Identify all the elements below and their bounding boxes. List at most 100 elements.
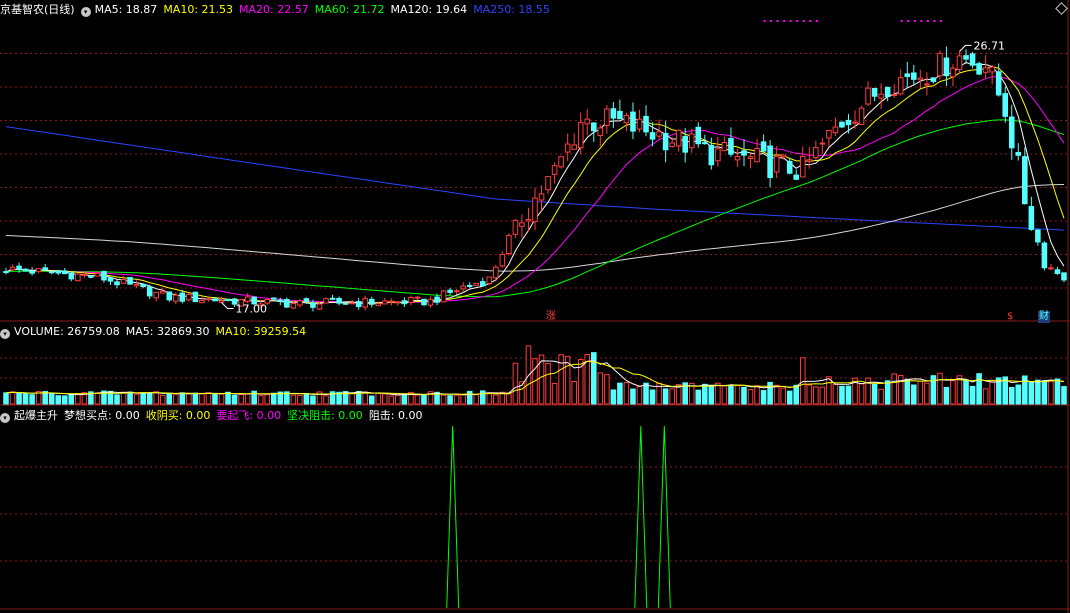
volume-bar bbox=[466, 390, 473, 405]
candle-body bbox=[61, 270, 68, 275]
candle-body bbox=[878, 93, 884, 99]
volume-bar bbox=[440, 394, 447, 405]
volume-bar bbox=[244, 393, 251, 405]
volume-bar bbox=[270, 392, 277, 405]
volume-bar bbox=[747, 389, 754, 405]
candle-body bbox=[466, 284, 473, 287]
candle-body bbox=[675, 129, 682, 147]
candle-body bbox=[819, 142, 826, 145]
volume-bar bbox=[1048, 380, 1054, 405]
volume-bar bbox=[55, 395, 62, 405]
candle-body bbox=[270, 297, 277, 300]
candle-body bbox=[669, 142, 675, 148]
candle-body bbox=[904, 73, 911, 78]
candle-body bbox=[721, 142, 728, 152]
volume-bar bbox=[1028, 381, 1035, 405]
candle-body bbox=[192, 291, 199, 303]
volume-bar bbox=[610, 389, 617, 405]
candle-body bbox=[728, 138, 734, 155]
candle-body bbox=[323, 298, 329, 304]
candle-body bbox=[401, 300, 408, 305]
indicator-spike bbox=[634, 425, 648, 609]
candle-body bbox=[81, 273, 88, 277]
volume-bar bbox=[976, 373, 982, 405]
candle-body bbox=[460, 285, 466, 290]
zhang-marker[interactable]: 涨 bbox=[545, 311, 557, 323]
volume-bar bbox=[493, 394, 499, 405]
volume-bar bbox=[310, 395, 316, 405]
candle-body bbox=[813, 147, 819, 159]
signal-dot bbox=[939, 20, 942, 22]
volume-bar bbox=[205, 392, 212, 405]
candle-body bbox=[643, 115, 649, 133]
volume-bar bbox=[186, 392, 192, 405]
candle-body bbox=[525, 218, 532, 222]
volume-bar bbox=[826, 376, 832, 405]
volume-header-item-1: MA5: 32869.30 bbox=[125, 325, 210, 338]
candle-body bbox=[982, 67, 989, 73]
volume-bar bbox=[904, 378, 911, 405]
candle-body bbox=[362, 298, 368, 308]
volume-bar bbox=[453, 394, 460, 405]
volume-bar bbox=[643, 382, 649, 405]
candle-body bbox=[48, 271, 55, 274]
volume-bar bbox=[192, 392, 199, 405]
main-header-item-5: MA250: 18.55 bbox=[473, 3, 550, 16]
candle-body bbox=[68, 272, 75, 280]
candle-body bbox=[382, 300, 388, 305]
signal-dot bbox=[776, 20, 779, 22]
candle-body bbox=[688, 133, 695, 149]
candle-body bbox=[133, 284, 140, 287]
volume-bar bbox=[238, 393, 244, 405]
volume-bar bbox=[806, 384, 813, 405]
volume-bar bbox=[375, 392, 382, 405]
volume-bar bbox=[159, 394, 166, 405]
candle-body bbox=[767, 145, 773, 178]
candle-body bbox=[702, 142, 708, 145]
volume-bar bbox=[728, 385, 734, 405]
volume-bar bbox=[878, 388, 884, 405]
candle-body bbox=[186, 293, 192, 301]
candle-body bbox=[179, 292, 186, 302]
volume-bar bbox=[930, 375, 937, 405]
volume-header-item-0: VOLUME: 26759.08 bbox=[14, 325, 120, 338]
volume-settings-icon[interactable]: ▾ bbox=[0, 329, 10, 339]
high-annotation: 26.71 bbox=[974, 39, 1006, 52]
volume-bar bbox=[218, 393, 225, 405]
candle-body bbox=[747, 156, 754, 160]
indicator-header-item-2: 要起飞: 0.00 bbox=[216, 409, 282, 422]
volume-bar bbox=[140, 392, 146, 405]
candle-body bbox=[963, 55, 969, 60]
settings-circle-icon[interactable]: ▾ bbox=[80, 7, 91, 17]
volume-bar bbox=[702, 383, 708, 405]
candle-body bbox=[845, 119, 852, 126]
volume-bar bbox=[786, 390, 793, 405]
candle-body bbox=[55, 270, 62, 274]
volume-bar bbox=[473, 394, 480, 405]
candle-body bbox=[741, 150, 747, 156]
candle-body bbox=[22, 268, 29, 272]
volume-bar bbox=[708, 385, 715, 405]
candle-body bbox=[760, 141, 767, 152]
candle-body bbox=[551, 165, 558, 175]
candle-body bbox=[35, 268, 42, 273]
cai-marker[interactable]: 财 bbox=[1038, 311, 1050, 323]
volume-bar bbox=[3, 392, 9, 405]
candle-body bbox=[434, 296, 440, 303]
candle-body bbox=[368, 298, 375, 305]
candle-body bbox=[950, 67, 956, 78]
indicator-spike bbox=[657, 425, 671, 609]
dollar-marker[interactable]: $ bbox=[1006, 311, 1014, 323]
indicator-settings-icon[interactable]: ▾ bbox=[0, 413, 10, 423]
candle-body bbox=[545, 176, 551, 191]
volume-bar bbox=[401, 393, 408, 405]
volume-bar bbox=[989, 381, 995, 405]
main-header-item-1: MA10: 21.53 bbox=[163, 3, 234, 16]
stock-title: 京基智农(日线) bbox=[0, 3, 75, 16]
main-header-item-0: MA5: 18.87 bbox=[94, 3, 158, 16]
volume-bar bbox=[695, 389, 702, 405]
candle-body bbox=[577, 122, 584, 149]
volume-bar bbox=[447, 395, 453, 405]
candle-body bbox=[773, 155, 780, 173]
volume-bar bbox=[94, 392, 101, 405]
